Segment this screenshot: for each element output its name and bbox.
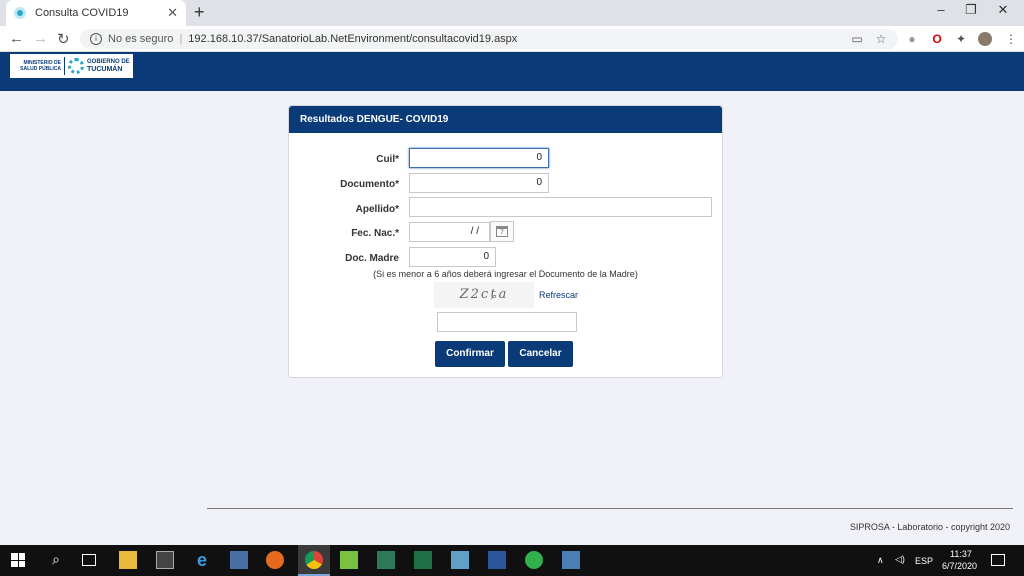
captcha-image: Z2cȶa <box>434 282 534 308</box>
info-icon[interactable]: i <box>90 33 102 45</box>
security-label: No es seguro <box>108 33 174 45</box>
clock-time[interactable]: 11:37 <box>950 549 972 559</box>
app-icon-4[interactable] <box>562 551 580 569</box>
logo-gov-line1: GOBIERNO DE <box>87 59 130 65</box>
apellido-label: Apellido* <box>355 204 399 215</box>
documento-label: Documento* <box>340 179 399 190</box>
language-indicator[interactable]: ESP <box>915 556 933 566</box>
window-close-icon[interactable]: ✕ <box>988 2 1018 18</box>
confirm-button[interactable]: Confirmar <box>435 341 505 367</box>
cast-icon[interactable]: ▭ <box>850 32 864 46</box>
government-logo: MINISTERIO DE SALUD PÚBLICA GOBIERNO DE … <box>10 54 133 78</box>
windows-taskbar: ⌕ e ∧ ◁) ESP 11:37 6/7/2020 <box>0 545 1024 576</box>
refresh-captcha-link[interactable]: Refrescar <box>539 290 578 300</box>
captcha-input[interactable] <box>437 312 577 332</box>
address-bar[interactable]: i No es seguro | 192.168.10.37/Sanatorio… <box>80 29 898 49</box>
file-explorer-icon[interactable] <box>119 551 137 569</box>
hangouts-icon[interactable] <box>525 551 543 569</box>
browser-tab-strip: Consulta COVID19 ✕ + – ❐ ✕ <box>0 0 1024 26</box>
reload-icon[interactable]: ↻ <box>57 30 70 48</box>
calendar-button[interactable]: 7 <box>490 221 514 242</box>
logo-government-text: GOBIERNO DE TUCUMÁN <box>87 59 130 73</box>
forward-icon[interactable]: → <box>33 30 48 47</box>
fecnac-input[interactable]: / / <box>409 222 490 242</box>
results-form-panel: Resultados DENGUE- COVID19 Cuil* 0 Docum… <box>288 105 723 378</box>
store-icon[interactable] <box>230 551 248 569</box>
cuil-label: Cuil* <box>376 154 399 165</box>
opera-extension-icon[interactable]: O <box>930 32 944 46</box>
apellido-input[interactable] <box>409 197 712 217</box>
logo-ministry-text: MINISTERIO DE SALUD PÚBLICA <box>20 60 61 72</box>
extension-bubble-icon[interactable]: ● <box>905 32 919 46</box>
minor-note: (Si es menor a 6 años deberá ingresar el… <box>373 269 638 279</box>
fecnac-label: Fec. Nac.* <box>351 228 399 239</box>
task-view-icon[interactable] <box>82 554 96 566</box>
tab-title: Consulta COVID19 <box>35 7 129 19</box>
volume-icon[interactable]: ◁) <box>895 554 905 565</box>
documento-input[interactable]: 0 <box>409 173 549 193</box>
calculator-icon[interactable] <box>156 551 174 569</box>
bookmark-star-icon[interactable]: ☆ <box>874 32 888 46</box>
browser-toolbar: ← → ↻ i No es seguro | 192.168.10.37/San… <box>0 26 1024 52</box>
back-icon[interactable]: ← <box>9 30 24 47</box>
app-icon-3[interactable] <box>451 551 469 569</box>
browser-tab[interactable]: Consulta COVID19 ✕ <box>6 0 186 26</box>
restore-icon[interactable]: ❐ <box>956 2 986 18</box>
site-favicon-icon <box>14 7 26 19</box>
minimize-icon[interactable]: – <box>926 2 956 17</box>
app-icon-1[interactable] <box>340 551 358 569</box>
docmadre-input[interactable]: 0 <box>409 247 496 267</box>
excel-icon[interactable] <box>414 551 432 569</box>
separator: | <box>179 33 183 45</box>
footer-divider <box>207 508 1013 509</box>
cancel-button[interactable]: Cancelar <box>508 341 573 367</box>
extensions-puzzle-icon[interactable]: ✦ <box>954 32 968 46</box>
url-text: 192.168.10.37/SanatorioLab.NetEnvironmen… <box>188 33 518 45</box>
clock-date[interactable]: 6/7/2020 <box>942 561 977 571</box>
new-tab-button[interactable]: + <box>194 2 205 23</box>
calendar-icon: 7 <box>496 226 508 237</box>
logo-gov-line2: TUCUMÁN <box>87 66 123 73</box>
panel-title: Resultados DENGUE- COVID19 <box>289 106 722 133</box>
menu-icon[interactable]: ⋮ <box>1004 32 1018 46</box>
cuil-input[interactable]: 0 <box>409 148 549 168</box>
logo-divider <box>64 57 65 75</box>
chrome-taskbar-button[interactable] <box>298 545 330 576</box>
notifications-icon[interactable] <box>991 554 1005 566</box>
footer-copyright: SIPROSA - Laboratorio - copyright 2020 <box>849 522 1010 532</box>
profile-avatar-icon[interactable] <box>978 32 992 46</box>
site-header: MINISTERIO DE SALUD PÚBLICA GOBIERNO DE … <box>0 52 1024 91</box>
app-icon-2[interactable] <box>377 551 395 569</box>
firefox-icon[interactable] <box>266 551 284 569</box>
windows-start-icon[interactable] <box>11 553 25 567</box>
docmadre-label: Doc. Madre <box>345 253 399 264</box>
search-icon[interactable]: ⌕ <box>47 551 65 569</box>
word-icon[interactable] <box>488 551 506 569</box>
edge-icon[interactable]: e <box>193 551 211 569</box>
logo-emblem-icon <box>68 58 84 74</box>
tray-chevron-icon[interactable]: ∧ <box>877 555 884 566</box>
close-tab-icon[interactable]: ✕ <box>167 5 178 21</box>
chrome-icon <box>305 551 323 569</box>
